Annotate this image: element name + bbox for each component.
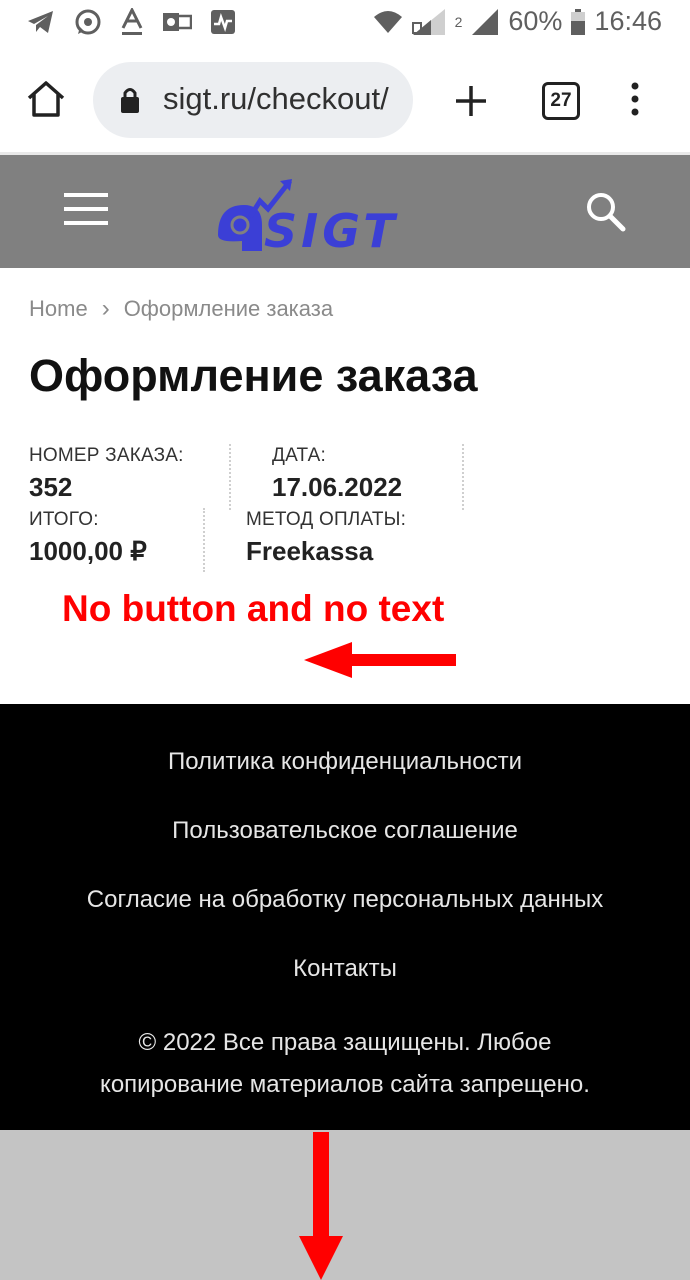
battery-percentage: 60% (508, 6, 563, 36)
telegram-icon (28, 11, 53, 33)
order-total-label: ИТОГО: (29, 509, 99, 530)
breadcrumb-home-link[interactable]: Home (29, 296, 88, 322)
breadcrumb-current: Оформление заказа (123, 296, 334, 321)
battery-icon (571, 8, 586, 35)
order-divider (203, 508, 205, 572)
site-footer: Политика конфиденциальности Пользователь… (0, 704, 690, 1130)
footer-link-terms[interactable]: Пользовательское соглашение (0, 817, 690, 845)
wifi-icon (373, 10, 402, 33)
translate-icon (121, 8, 143, 35)
page-title: Оформление заказа (29, 350, 478, 401)
order-total-value: 1000,00 ₽ (29, 536, 147, 566)
breadcrumb-separator: › (101, 295, 110, 322)
address-bar[interactable]: sigt.ru/checkout/ (93, 62, 413, 138)
site-logo[interactable]: SIGT (216, 177, 416, 257)
status-bar: 2 60% 16:46 (0, 0, 690, 48)
footer-link-contacts[interactable]: Контакты (0, 955, 690, 983)
activity-icon (211, 10, 235, 34)
order-date-label: ДАТА: (272, 445, 326, 466)
copyright-line-1: © 2022 Все права защищены. Любое (138, 1029, 552, 1056)
checkout-content: Home › Оформление заказа Оформление зака… (0, 268, 690, 704)
menu-dots-icon[interactable] (630, 82, 640, 116)
sim-2-label: 2 (454, 13, 463, 30)
tab-switcher-button[interactable]: 27 (542, 82, 580, 120)
site-header: SIGT (0, 155, 690, 268)
logo-text: SIGT (264, 204, 399, 258)
hamburger-menu-icon[interactable] (64, 193, 108, 225)
whatsapp-icon (75, 9, 101, 35)
annotation-down-arrow (299, 1132, 343, 1280)
payment-method-value: Freekassa (246, 536, 374, 566)
signal-sim1-icon (411, 8, 445, 35)
search-icon[interactable] (585, 191, 627, 233)
copyright-text: © 2022 Все права защищены. Любое копиров… (40, 1022, 650, 1106)
signal-sim2-icon (472, 8, 499, 35)
order-date-value: 17.06.2022 (272, 472, 403, 502)
order-divider (462, 444, 464, 510)
lock-icon (121, 88, 139, 113)
clock: 16:46 (594, 6, 662, 36)
annotation-text: No button and no text (62, 588, 445, 629)
footer-link-privacy[interactable]: Политика конфиденциальности (0, 748, 690, 776)
home-icon[interactable] (26, 80, 66, 118)
notification-icons (26, 8, 236, 36)
status-right: 2 60% 16:46 (373, 6, 662, 37)
browser-toolbar: sigt.ru/checkout/ 27 (0, 48, 690, 152)
breadcrumb: Home › Оформление заказа (29, 295, 333, 323)
copyright-line-2: копирование материалов сайта запрещено. (100, 1071, 590, 1098)
order-divider (229, 444, 231, 510)
annotation-left-arrow (304, 642, 456, 678)
payment-method-label: МЕТОД ОПЛАТЫ: (246, 509, 407, 530)
footer-link-data-consent[interactable]: Согласие на обработку персональных данны… (0, 886, 690, 914)
order-number-label: НОМЕР ЗАКАЗА: (29, 445, 184, 466)
empty-page-bottom (0, 1130, 690, 1280)
order-number-value: 352 (29, 472, 73, 502)
url-text: sigt.ru/checkout/ (163, 81, 389, 116)
outlook-icon (163, 13, 192, 31)
new-tab-icon[interactable] (454, 84, 488, 118)
